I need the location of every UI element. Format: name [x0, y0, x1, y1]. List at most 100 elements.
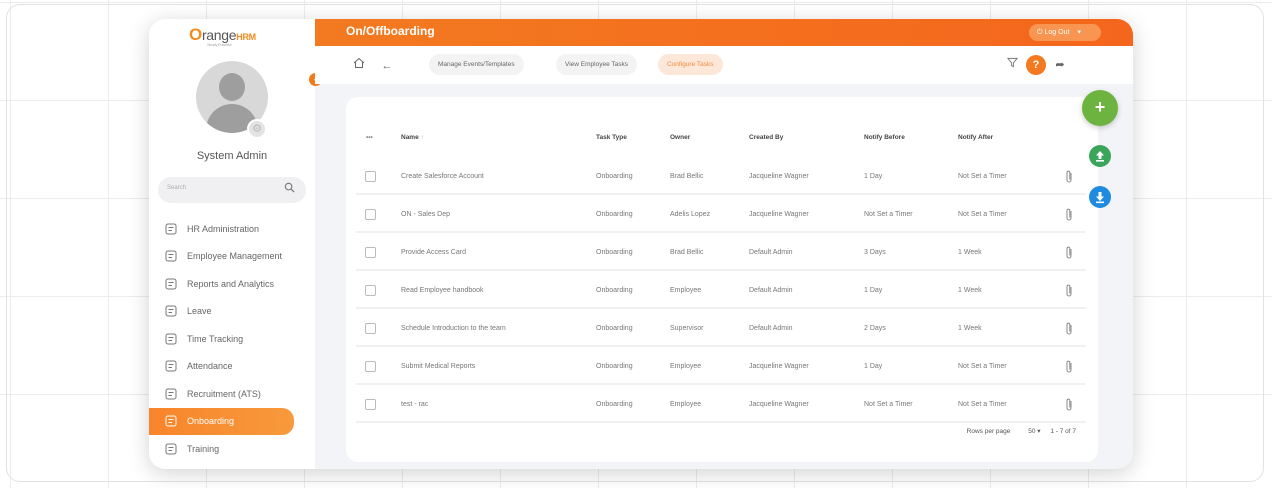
- cell-created-by: Jacqueline Wagner: [749, 173, 809, 180]
- tasks-table-card: ••• Name ↑ Task Type Owner Created By No…: [346, 97, 1098, 462]
- cell-notify-before: Not Set a Timer: [864, 211, 913, 218]
- cell-owner: Employee: [670, 401, 702, 408]
- sidebar-item-label: Time Tracking: [187, 333, 244, 344]
- attachment-icon[interactable]: [1064, 397, 1074, 413]
- home-icon[interactable]: [349, 56, 369, 76]
- search-placeholder: Search: [167, 185, 187, 191]
- sidebar-item-label: HR Administration: [187, 223, 260, 234]
- cell-notify-before: 1 Day: [864, 287, 883, 294]
- reports-icon: [165, 278, 177, 290]
- rows-per-page-select[interactable]: 50 ▾: [1020, 428, 1040, 435]
- column-header-owner[interactable]: Owner: [670, 134, 690, 141]
- filter-icon[interactable]: [1002, 55, 1022, 75]
- cell-notify-after: Not Set a Timer: [958, 401, 1007, 408]
- search-icon[interactable]: [284, 182, 295, 193]
- sidebar-item-attendance[interactable]: Attendance: [149, 353, 315, 381]
- upload-button[interactable]: [1089, 145, 1111, 167]
- sidebar-item-label: Employee Management: [187, 251, 283, 262]
- attachment-icon[interactable]: [1064, 169, 1074, 185]
- tab-view-employee-tasks[interactable]: View Employee Tasks: [556, 54, 637, 75]
- sidebar-item-training[interactable]: Training: [149, 435, 315, 463]
- share-icon[interactable]: ➦: [1050, 55, 1070, 75]
- cell-notify-after: 1 Week: [958, 287, 982, 294]
- sidebar-item-reports-and-analytics[interactable]: Reports and Analytics: [149, 270, 315, 298]
- sidebar-item-label: Reports and Analytics: [187, 278, 275, 289]
- sidebar-search-input[interactable]: Search: [158, 177, 306, 203]
- recruitment-icon: [165, 388, 177, 400]
- download-button[interactable]: [1089, 186, 1111, 208]
- table-row[interactable]: Submit Medical Reports Onboarding Employee…: [356, 351, 1086, 385]
- row-checkbox[interactable]: [365, 399, 376, 410]
- cell-owner: Brad Bellic: [670, 249, 704, 256]
- help-icon[interactable]: ?: [1026, 55, 1046, 75]
- sidebar-item-recruitment-ats[interactable]: Recruitment (ATS): [149, 380, 315, 408]
- sidebar-item-employee-management[interactable]: Employee Management: [149, 243, 315, 271]
- table-row[interactable]: Schedule Introduction to the team Onboard…: [356, 313, 1086, 347]
- cell-notify-after: Not Set a Timer: [958, 363, 1007, 370]
- column-header-notify-before[interactable]: Notify Before: [864, 134, 905, 141]
- sidebar-menu: HR Administration Employee Management Repo…: [149, 215, 315, 469]
- logout-button[interactable]: ⏻ Log Out ▾: [1029, 24, 1101, 41]
- rows-per-page-label: Rows per page: [966, 428, 1011, 435]
- row-checkbox[interactable]: [365, 361, 376, 372]
- sidebar-item-label: Training: [187, 443, 220, 454]
- cell-notify-after: 1 Week: [958, 249, 982, 256]
- attachment-icon[interactable]: [1064, 245, 1074, 261]
- table-header: ••• Name ↑ Task Type Owner Created By No…: [346, 131, 1098, 149]
- sub-nav: ← Manage Events/Templates View Employee …: [315, 46, 1133, 84]
- attendance-icon: [165, 360, 177, 372]
- sidebar-item-label: Recruitment (ATS): [187, 388, 261, 399]
- user-name: System Admin: [196, 150, 268, 162]
- more-options-icon[interactable]: •••: [366, 134, 373, 141]
- sidebar: OrangeHRM Simply Powerful ⚙ System Admin…: [149, 19, 315, 469]
- download-icon: [1096, 192, 1104, 204]
- table-row[interactable]: Read Employee handbook Onboarding Employee…: [356, 275, 1086, 309]
- sidebar-item-leave[interactable]: Leave: [149, 298, 315, 326]
- column-header-name[interactable]: Name ↑: [401, 134, 424, 141]
- table-row[interactable]: Provide Access Card Onboarding Brad Bellic…: [356, 237, 1086, 271]
- cell-owner: Employee: [670, 363, 702, 370]
- logout-icon: ⏻: [1037, 29, 1043, 36]
- cell-notify-after: 1 Week: [958, 325, 982, 332]
- attachment-icon[interactable]: [1064, 359, 1074, 375]
- cell-task-name: Create Salesforce Account: [401, 173, 484, 180]
- cell-owner: Employee: [670, 287, 702, 294]
- tab-configure-tasks[interactable]: Configure Tasks: [658, 54, 723, 75]
- tab-manage-events-templates[interactable]: Manage Events/Templates: [429, 54, 524, 75]
- add-task-button[interactable]: +: [1082, 90, 1118, 126]
- column-header-notify-after[interactable]: Notify After: [958, 134, 993, 141]
- cell-task-name: Schedule Introduction to the team: [401, 325, 506, 332]
- column-header-created-by[interactable]: Created By: [749, 134, 783, 141]
- cell-notify-after: Not Set a Timer: [958, 211, 1007, 218]
- leave-icon: [165, 305, 177, 317]
- column-header-task-type[interactable]: Task Type: [596, 134, 627, 141]
- page-title: On/Offboarding: [346, 24, 435, 38]
- row-checkbox[interactable]: [365, 171, 376, 182]
- row-checkbox[interactable]: [365, 323, 376, 334]
- table-row[interactable]: Create Salesforce Account Onboarding Brad …: [356, 161, 1086, 195]
- sidebar-item-more[interactable]: More: [149, 463, 315, 470]
- row-checkbox[interactable]: [365, 285, 376, 296]
- sidebar-item-hr-administration[interactable]: HR Administration: [149, 215, 315, 243]
- logo: OrangeHRM Simply Powerful: [189, 25, 256, 47]
- top-bar: On/Offboarding ⏻ Log Out ▾: [315, 19, 1133, 46]
- attachment-icon[interactable]: [1064, 207, 1074, 223]
- cell-owner: Supervisor: [670, 325, 704, 332]
- attachment-icon[interactable]: [1064, 321, 1074, 337]
- cell-notify-before: 2 Days: [864, 325, 886, 332]
- sidebar-item-onboarding[interactable]: Onboarding: [149, 407, 294, 435]
- cell-task-type: Onboarding: [596, 287, 633, 294]
- avatar-settings-icon[interactable]: ⚙: [247, 119, 267, 139]
- sidebar-item-time-tracking[interactable]: Time Tracking: [149, 325, 315, 353]
- table-row[interactable]: ON - Sales Dep Onboarding Adelis Lopez Jacq…: [356, 199, 1086, 233]
- pagination: Rows per page 50 ▾ 1 - 7 of 7: [959, 427, 1076, 435]
- cell-created-by: Jacqueline Wagner: [749, 401, 809, 408]
- attachment-icon[interactable]: [1064, 283, 1074, 299]
- back-arrow-icon[interactable]: ←: [377, 56, 397, 76]
- row-checkbox[interactable]: [365, 209, 376, 220]
- cell-task-name: Provide Access Card: [401, 249, 466, 256]
- cell-task-type: Onboarding: [596, 363, 633, 370]
- row-checkbox[interactable]: [365, 247, 376, 258]
- table-row[interactable]: test - rac Onboarding Employee Jacqueline W…: [356, 389, 1086, 423]
- cell-task-type: Onboarding: [596, 401, 633, 408]
